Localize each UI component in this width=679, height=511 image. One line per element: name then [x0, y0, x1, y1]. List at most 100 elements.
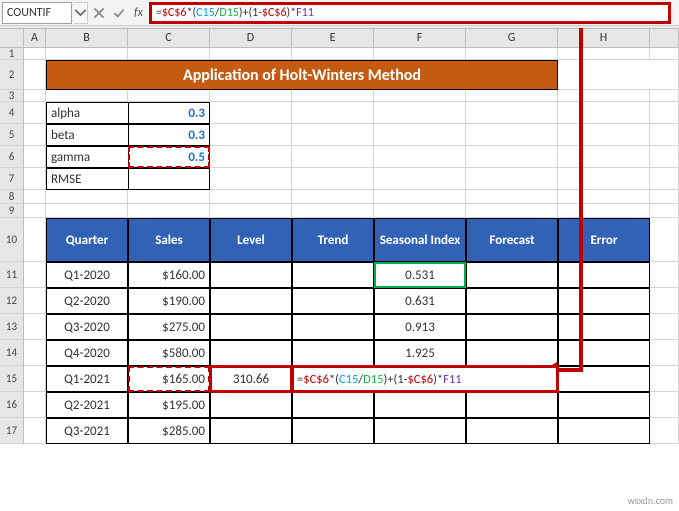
row-header-15[interactable]: 15	[0, 366, 24, 392]
enter-icon[interactable]	[112, 6, 126, 20]
row-header-7[interactable]: 7	[0, 168, 24, 190]
cell-G12[interactable]	[466, 288, 558, 314]
cell-F16[interactable]	[374, 392, 466, 418]
row-11: 11 Q1-2020 $160.00 0.531	[0, 262, 679, 288]
cell-D15[interactable]: 310.66	[210, 366, 292, 392]
col-header-F[interactable]: F	[374, 29, 466, 47]
cell-C12[interactable]: $190.00	[128, 288, 210, 314]
cell-E17[interactable]	[292, 418, 374, 444]
cell-E16[interactable]	[292, 392, 374, 418]
cell-D11[interactable]	[210, 262, 292, 288]
cell-D17[interactable]	[210, 418, 292, 444]
row-header-10[interactable]: 10	[0, 218, 24, 262]
header-forecast: Forecast	[466, 218, 558, 262]
cell-C16[interactable]: $195.00	[128, 392, 210, 418]
column-headers: A B C D E F G H	[0, 28, 679, 48]
row-7: 7 RMSE	[0, 168, 679, 190]
row-header-5[interactable]: 5	[0, 124, 24, 146]
param-rmse-value[interactable]	[128, 168, 210, 190]
cell-E11[interactable]	[292, 262, 374, 288]
row-header-4[interactable]: 4	[0, 102, 24, 124]
annotation-arrow	[579, 28, 583, 370]
row-header-6[interactable]: 6	[0, 146, 24, 168]
row-header-2[interactable]: 2	[0, 60, 24, 90]
cell-C13[interactable]: $275.00	[128, 314, 210, 340]
cell-C14[interactable]: $580.00	[128, 340, 210, 366]
cell-C11[interactable]: $160.00	[128, 262, 210, 288]
cell-C17[interactable]: $285.00	[128, 418, 210, 444]
row-header-17[interactable]: 17	[0, 418, 24, 444]
cell-G17[interactable]	[466, 418, 558, 444]
col-header-A[interactable]: A	[24, 29, 46, 47]
row-header-8[interactable]: 8	[0, 190, 24, 204]
cell-H11[interactable]	[558, 262, 650, 288]
row-header-3[interactable]: 3	[0, 90, 24, 102]
cell-H17[interactable]	[558, 418, 650, 444]
col-header-H[interactable]: H	[558, 29, 650, 47]
cell-H12[interactable]	[558, 288, 650, 314]
cell-E12[interactable]	[292, 288, 374, 314]
spreadsheet-grid[interactable]: A B C D E F G H 1 2 Application of Holt-…	[0, 28, 679, 444]
cell-B14[interactable]: Q4-2020	[46, 340, 128, 366]
cell-B11[interactable]: Q1-2020	[46, 262, 128, 288]
cell-D13[interactable]	[210, 314, 292, 340]
title-cell: Application of Holt-Winters Method	[46, 60, 558, 90]
cell-H16[interactable]	[558, 392, 650, 418]
col-header-D[interactable]: D	[210, 29, 292, 47]
col-header-B[interactable]: B	[46, 29, 128, 47]
cell-E13[interactable]	[292, 314, 374, 340]
name-box-dropdown[interactable]	[74, 2, 88, 24]
cell-B12[interactable]: Q2-2020	[46, 288, 128, 314]
row-17: 17 Q3-2021 $285.00	[0, 418, 679, 444]
cell-C15[interactable]: $165.00	[128, 366, 210, 392]
row-header-1[interactable]: 1	[0, 48, 24, 60]
row-header-13[interactable]: 13	[0, 314, 24, 340]
select-all-corner[interactable]	[0, 29, 24, 47]
name-box[interactable]: COUNTIF	[2, 2, 72, 24]
watermark: wsxdn.com	[628, 494, 673, 507]
cell-F11[interactable]: 0.531	[374, 262, 466, 288]
cancel-icon[interactable]	[92, 6, 106, 20]
param-beta-value[interactable]: 0.3	[128, 124, 210, 146]
param-gamma-value[interactable]: 0.5	[128, 146, 210, 168]
col-header-C[interactable]: C	[128, 29, 210, 47]
cell-B16[interactable]: Q2-2021	[46, 392, 128, 418]
active-formula-text: =$C$6*(C15/D15)+(1-$C$6)*F11	[297, 372, 462, 387]
row-header-12[interactable]: 12	[0, 288, 24, 314]
cell-F13[interactable]: 0.913	[374, 314, 466, 340]
cell-F17[interactable]	[374, 418, 466, 444]
cell-D14[interactable]	[210, 340, 292, 366]
cell-F14[interactable]: 1.925	[374, 340, 466, 366]
cell-G11[interactable]	[466, 262, 558, 288]
cell-D16[interactable]	[210, 392, 292, 418]
row-header-9[interactable]: 9	[0, 204, 24, 218]
row-header-16[interactable]: 16	[0, 392, 24, 418]
param-gamma-label: gamma	[46, 146, 128, 168]
row-6: 6 gamma 0.5	[0, 146, 679, 168]
cell-D12[interactable]	[210, 288, 292, 314]
formula-bar[interactable]: =$C$6*(C15/D15)+(1-$C$6)*F11	[149, 2, 671, 24]
col-header-G[interactable]: G	[466, 29, 558, 47]
cell-B13[interactable]: Q3-2020	[46, 314, 128, 340]
param-alpha-value[interactable]: 0.3	[128, 102, 210, 124]
row-header-11[interactable]: 11	[0, 262, 24, 288]
param-beta-label: beta	[46, 124, 128, 146]
cell-G16[interactable]	[466, 392, 558, 418]
row-9: 9	[0, 204, 679, 218]
fx-icon[interactable]: fx	[132, 6, 145, 20]
cell-F12[interactable]: 0.631	[374, 288, 466, 314]
row-header-14[interactable]: 14	[0, 340, 24, 366]
cell-B17[interactable]: Q3-2021	[46, 418, 128, 444]
cell-B15[interactable]: Q1-2021	[46, 366, 128, 392]
cell-G13[interactable]	[466, 314, 558, 340]
cell-E14[interactable]	[292, 340, 374, 366]
row-10: 10 Quarter Sales Level Trend Seasonal In…	[0, 218, 679, 262]
cell-H14[interactable]	[558, 340, 650, 366]
formula-buttons: fx	[88, 6, 149, 20]
cell-H13[interactable]	[558, 314, 650, 340]
row-5: 5 beta 0.3	[0, 124, 679, 146]
header-trend: Trend	[292, 218, 374, 262]
formula-text: =$C$6*(C15/D15)+(1-$C$6)*F11	[156, 6, 314, 20]
cell-E15-active-formula[interactable]: =$C$6*(C15/D15)+(1-$C$6)*F11	[292, 366, 558, 392]
col-header-E[interactable]: E	[292, 29, 374, 47]
